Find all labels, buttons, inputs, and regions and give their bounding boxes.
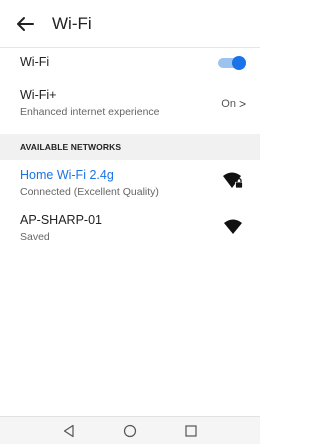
wifi-locked-icon <box>222 172 244 190</box>
back-triangle-icon[interactable] <box>61 423 77 439</box>
wifi-plus-description: Enhanced internet experience <box>20 106 160 118</box>
network-ssid: AP-SHARP-01 <box>20 213 102 227</box>
network-item-ap-sharp[interactable]: AP-SHARP-01 Saved <box>0 213 260 249</box>
available-networks-header: AVAILABLE NETWORKS <box>0 134 260 160</box>
wifi-icon <box>222 218 244 236</box>
wifi-toggle-switch[interactable] <box>216 56 246 70</box>
network-status: Saved <box>20 231 50 243</box>
wifi-plus-status[interactable]: On > <box>221 97 246 111</box>
system-nav-bar <box>0 416 260 444</box>
network-ssid: Home Wi-Fi 2.4g <box>20 168 114 182</box>
chevron-right-icon: > <box>238 97 246 111</box>
network-item-home-wifi[interactable]: Home Wi-Fi 2.4g Connected (Excellent Qua… <box>0 168 260 204</box>
app-bar: Wi-Fi <box>0 0 260 47</box>
recents-square-icon[interactable] <box>183 423 199 439</box>
network-status: Connected (Excellent Quality) <box>20 186 159 198</box>
wifi-label: Wi-Fi <box>20 55 50 69</box>
wifi-plus-value: On <box>221 98 236 110</box>
back-arrow-icon[interactable] <box>14 13 36 35</box>
page-title: Wi-Fi <box>52 13 92 33</box>
toggle-knob <box>232 56 246 70</box>
home-circle-icon[interactable] <box>122 423 138 439</box>
wifi-plus-label: Wi-Fi+ <box>20 88 57 102</box>
